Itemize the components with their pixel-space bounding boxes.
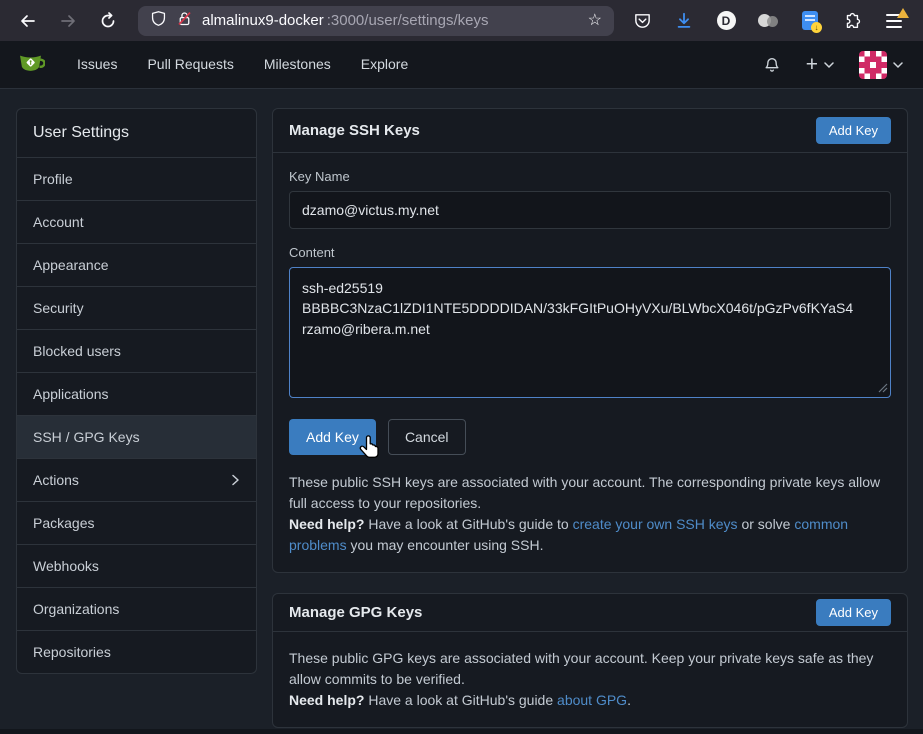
sidebar-title: User Settings [17,109,256,157]
sidebar-item-packages[interactable]: Packages [17,501,256,544]
ssh-need-help-label: Need help? [289,516,364,532]
url-host: almalinux9-docker [202,12,324,29]
sidebar-item-actions[interactable]: Actions [17,458,256,501]
content-label: Content [289,245,891,260]
url-path: :3000/user/settings/keys [327,12,489,29]
duckduckgo-extension-icon[interactable]: D [715,10,737,32]
menu-hamburger-icon[interactable] [883,10,905,32]
back-icon[interactable] [18,11,38,31]
add-key-submit-button[interactable]: Add Key [289,419,376,455]
settings-sidebar: User Settings Profile Account Appearance… [16,108,257,674]
shield-icon[interactable] [150,10,167,31]
extensions-puzzle-icon[interactable] [841,10,863,32]
gitea-navbar: Issues Pull Requests Milestones Explore … [0,41,923,89]
sidebar-item-appearance[interactable]: Appearance [17,243,256,286]
bookmark-star-icon[interactable]: ☆ [588,13,602,29]
ssh-panel-title: Manage SSH Keys [289,122,420,139]
reload-icon[interactable] [98,11,118,31]
gitea-logo-icon[interactable] [16,50,45,79]
sidebar-item-organizations[interactable]: Organizations [17,587,256,630]
ssh-help-text: These public SSH keys are associated wit… [289,472,891,556]
nav-item-milestones[interactable]: Milestones [249,41,346,88]
browser-toolbar: almalinux9-docker:3000/user/settings/key… [0,0,923,41]
sidebar-item-webhooks[interactable]: Webhooks [17,544,256,587]
cancel-button[interactable]: Cancel [388,419,466,455]
manage-gpg-keys-panel: Manage GPG Keys Add Key These public GPG… [272,593,908,728]
sidebar-item-profile[interactable]: Profile [17,157,256,200]
chevron-right-icon [231,474,240,486]
sidebar-item-account[interactable]: Account [17,200,256,243]
notifications-bell-icon[interactable] [763,56,781,74]
key-name-label: Key Name [289,169,891,184]
sidebar-item-ssh-gpg-keys[interactable]: SSH / GPG Keys [17,415,256,458]
downloads-icon[interactable] [673,10,695,32]
insecure-lock-icon[interactable] [176,10,193,31]
key-content-textarea[interactable]: ssh-ed25519 BBBBC3NzaC1lZDI1NTE5DDDDIDAN… [289,267,891,398]
sidebar-item-repositories[interactable]: Repositories [17,630,256,673]
extension-circles-icon[interactable] [757,10,779,32]
ssh-add-key-toggle-button[interactable]: Add Key [816,117,891,144]
nav-item-pull-requests[interactable]: Pull Requests [132,41,248,88]
create-new-button[interactable]: + [806,54,834,75]
key-name-input[interactable] [289,191,891,229]
about-gpg-link[interactable]: about GPG [557,692,627,708]
bottom-strip [0,729,923,734]
sidebar-item-applications[interactable]: Applications [17,372,256,415]
gpg-need-help-label: Need help? [289,692,364,708]
user-menu[interactable] [859,51,903,79]
sidebar-item-security[interactable]: Security [17,286,256,329]
chevron-down-icon [893,61,903,69]
gpg-help-text: These public GPG keys are associated wit… [289,648,891,711]
manage-ssh-keys-panel: Manage SSH Keys Add Key Key Name Content… [272,108,908,573]
avatar [859,51,887,79]
gpg-panel-title: Manage GPG Keys [289,604,422,621]
nav-item-issues[interactable]: Issues [62,41,132,88]
gpg-add-key-toggle-button[interactable]: Add Key [816,599,891,626]
create-ssh-keys-link[interactable]: create your own SSH keys [573,516,738,532]
address-bar[interactable]: almalinux9-docker:3000/user/settings/key… [138,6,614,36]
chevron-down-icon [824,61,834,69]
forward-icon[interactable] [58,11,78,31]
document-download-extension-icon[interactable]: ↓ [799,10,821,32]
pocket-icon[interactable] [631,10,653,32]
sidebar-item-blocked-users[interactable]: Blocked users [17,329,256,372]
nav-item-explore[interactable]: Explore [346,41,423,88]
plus-icon: + [806,54,818,75]
menu-notification-badge [897,8,909,18]
